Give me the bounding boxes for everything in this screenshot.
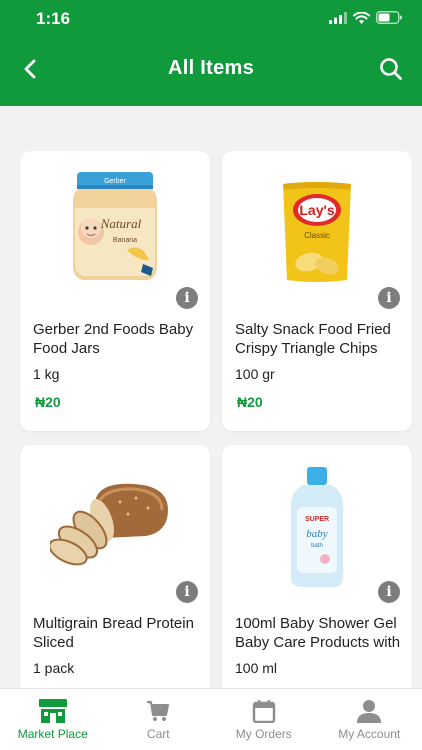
info-icon: i [386, 290, 392, 306]
cart-icon [147, 701, 170, 721]
tab-cart[interactable]: Cart [106, 689, 212, 750]
status-icons [329, 11, 402, 24]
product-quantity: 1 kg [33, 366, 60, 382]
info-button[interactable]: i [378, 287, 400, 309]
jar-flavor-text: Banana [113, 237, 137, 244]
product-quantity: 100 gr [235, 366, 275, 382]
store-icon [38, 699, 67, 723]
product-name: Multigrain Bread Protein Sliced [33, 615, 194, 651]
person-icon [357, 700, 382, 723]
product-name: Salty Snack Food Fried Crispy Triangle C… [235, 321, 391, 357]
product-name: Gerber 2nd Foods Baby Food Jars [33, 321, 194, 357]
tab-label: My Account [338, 727, 401, 741]
product-image: Lay's Classic [222, 151, 412, 291]
page-title: All Items [167, 57, 255, 79]
info-button[interactable]: i [176, 581, 198, 603]
tab-label: Cart [146, 727, 170, 741]
info-button[interactable]: i [176, 287, 198, 309]
product-price: ₦20 [35, 394, 61, 410]
product-card[interactable]: Gerber Natural Banana i Gerber 2nd Foods… [20, 151, 210, 431]
status-time: 1:16 [36, 9, 71, 28]
tab-my-orders[interactable]: My Orders [211, 689, 317, 750]
info-button[interactable]: i [378, 581, 400, 603]
bag-brand-text: Lay's [299, 202, 334, 218]
tab-label: My Orders [235, 727, 292, 741]
bottle-sub-text: bath [311, 543, 323, 549]
product-quantity: 100 ml [235, 660, 278, 676]
search-icon [380, 58, 402, 80]
info-icon: i [184, 584, 190, 600]
bag-flavor-text: Classic [304, 231, 330, 240]
battery-icon [376, 11, 402, 24]
bottle-brand-text: SUPER [305, 516, 329, 523]
product-price: ₦20 [237, 394, 263, 410]
app-header: 1:16 All Items [0, 0, 422, 106]
product-image: Gerber Natural Banana [20, 151, 210, 291]
product-image [20, 445, 210, 585]
nav-row: All Items [0, 46, 422, 92]
jar-label-text: Natural [100, 216, 142, 231]
product-name: 100ml Baby Shower Gel Baby Care Products… [235, 615, 401, 651]
info-icon: i [184, 290, 190, 306]
jar-brand-text: Gerber [104, 178, 126, 185]
bottle-label-text: baby [306, 528, 328, 540]
product-card[interactable]: i Multigrain Bread Protein Sliced 1 pack [20, 445, 210, 688]
bottom-tab-bar: Market Place Cart My Orders My Account [0, 688, 422, 750]
search-button[interactable] [376, 54, 406, 84]
tab-label: Market Place [17, 727, 88, 741]
product-card[interactable]: Lay's Classic i Salty Snack Food Fried C… [222, 151, 412, 431]
info-icon: i [386, 584, 392, 600]
signal-icon [329, 11, 347, 24]
product-quantity: 1 pack [33, 660, 75, 676]
wifi-icon [353, 11, 370, 24]
product-grid: Gerber Natural Banana i Gerber 2nd Foods… [0, 106, 422, 688]
product-image: SUPER baby bath [222, 445, 412, 587]
tab-market-place[interactable]: Market Place [0, 689, 106, 750]
status-bar: 1:16 [0, 0, 422, 40]
product-card[interactable]: SUPER baby bath i 100ml Baby Shower Gel … [222, 445, 412, 688]
calendar-icon [252, 700, 275, 723]
tab-my-account[interactable]: My Account [317, 689, 422, 750]
